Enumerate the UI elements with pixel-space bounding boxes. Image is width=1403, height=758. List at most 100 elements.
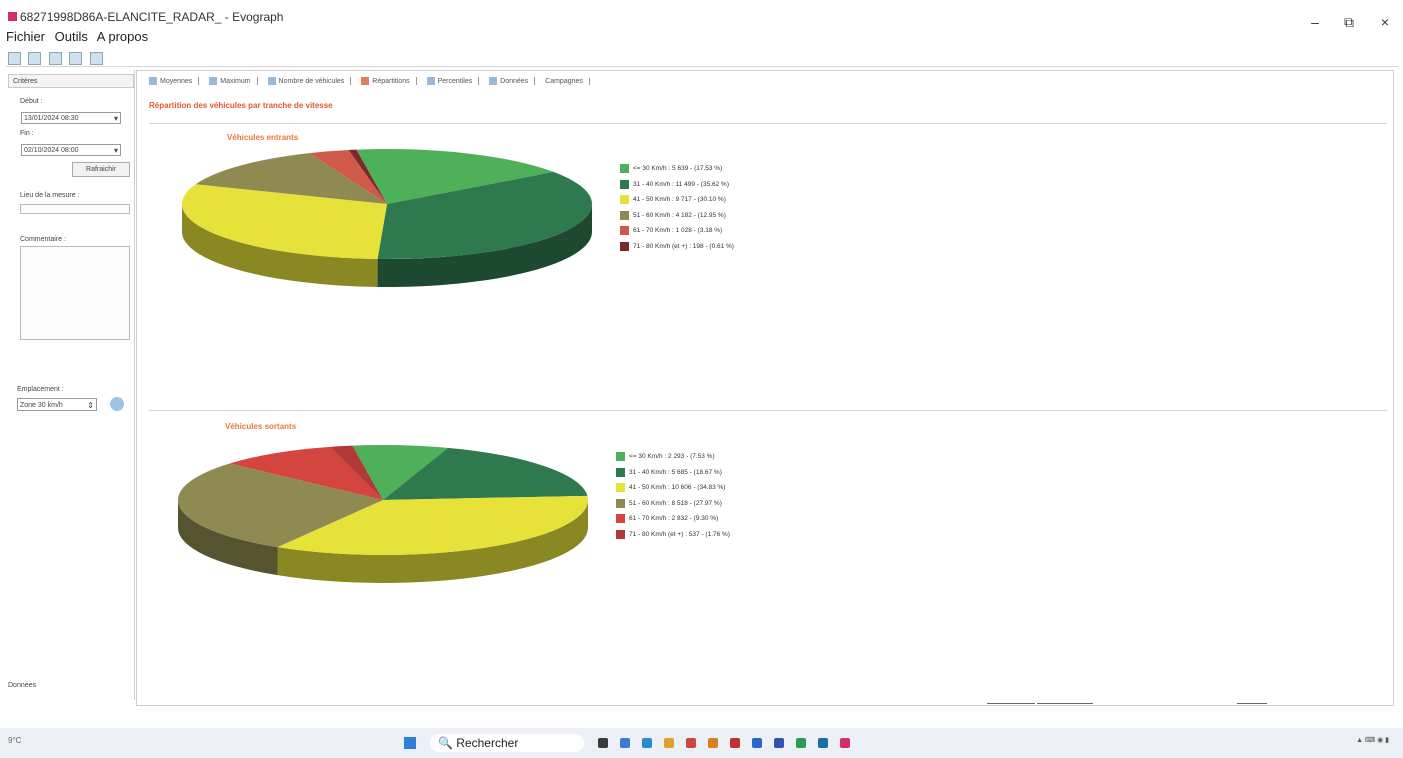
fin-value: 02/10/2024 08:00 [24,147,79,154]
tab-moyennes[interactable]: Moyennes [147,77,200,85]
folder-icon[interactable] [708,738,718,748]
locate-icon[interactable] [110,397,124,411]
tab-label: Percentiles [437,77,473,85]
legend-label: 41 - 50 Km/h : 10 606 - (34.83 %) [629,484,726,492]
legend-swatch [620,226,629,236]
legend-entrants: <= 30 Km/h : 5 639 - (17.53 %) 31 - 40 Km… [620,161,734,254]
explorer-icon[interactable] [620,738,630,748]
print-icon[interactable] [89,52,103,66]
legend-label: 61 - 70 Km/h : 1 028 - (3.18 %) [633,227,723,235]
app-icon[interactable] [730,738,740,748]
legend-label: 51 - 60 Km/h : 8 518 - (27.97 %) [629,499,722,507]
legend-swatch [616,483,625,493]
legend-label: 61 - 70 Km/h : 2 832 - (9.30 %) [629,515,719,523]
debut-field[interactable]: 13/01/2024 08:30 ▾ [21,112,121,124]
taskbar: 9°C 🔍 Rechercher ▲ ⌨ ◉ ▮ [0,728,1403,758]
emplacement-value: Zone 30 km/h [20,402,63,409]
minimize-button[interactable]: – [1306,14,1324,30]
tab-icon [267,77,276,85]
tab-campagnes[interactable]: Campagnes [543,77,590,85]
tab-label: Moyennes [160,77,193,85]
lieu-input[interactable] [20,204,130,214]
tab-bar: Moyennes Maximum Nombre de véhicules Rép… [147,77,596,91]
legend-label: <= 30 Km/h : 5 639 - (17.53 %) [633,165,723,173]
import-icon[interactable] [28,52,42,66]
save-icon[interactable] [48,52,62,66]
legend-swatch [616,529,625,539]
chart-area: Moyennes Maximum Nombre de véhicules Rép… [136,70,1394,706]
legend-item: 41 - 50 Km/h : 9 717 - (30.10 %) [620,192,734,208]
tab-maximum[interactable]: Maximum [207,77,258,85]
legend-item: 31 - 40 Km/h : 5 685 - (18.67 %) [616,465,730,481]
pie-chart-sortants [177,445,588,583]
legend-label: 31 - 40 Km/h : 11 499 - (35.62 %) [633,180,729,188]
title-bar: 68271998D86A-ELANCITE_RADAR_ - Evograph … [0,0,1403,31]
app-icon[interactable] [796,738,806,748]
system-tray[interactable]: ▲ ⌨ ◉ ▮ [1356,736,1389,744]
commentaire-textarea[interactable] [20,246,130,340]
app-icon[interactable] [752,738,762,748]
legend-swatch [616,452,625,462]
tab-label: Campagnes [545,77,583,85]
legend-sortants: <= 30 Km/h : 2 293 - (7.53 %) 31 - 40 Km/… [616,449,730,542]
tab-icon [489,77,498,85]
export-icon[interactable] [69,52,83,66]
data-footer: Données [8,682,37,689]
tab-label: Nombre de véhicules [278,77,345,85]
app-icon[interactable] [818,738,828,748]
chrome-icon[interactable] [664,738,674,748]
legend-item: 51 - 60 Km/h : 4 182 - (12.95 %) [620,208,734,224]
tab-label: Données [500,77,529,85]
calendar-dropdown-icon[interactable]: ▾ [114,113,118,125]
fin-field[interactable]: 02/10/2024 08:00 ▾ [21,144,121,156]
app-icon[interactable] [774,738,784,748]
menu-fichier[interactable]: Fichier [6,29,45,44]
tab-label: Répartitions [372,77,410,85]
tab-donnees[interactable]: Données [487,77,536,85]
refresh-button[interactable]: Rafraichir [72,162,130,177]
close-button[interactable]: × [1376,14,1394,30]
menu-a-propos[interactable]: A propos [97,29,148,44]
legend-swatch [616,514,625,524]
task-view-icon[interactable] [598,738,608,748]
legend-label: <= 30 Km/h : 2 293 - (7.53 %) [629,453,715,461]
start-icon[interactable] [404,737,416,749]
debut-value: 13/01/2024 08:30 [24,115,79,122]
lieu-label: Lieu de la mesure : [20,192,80,199]
pie-title-sortants: Véhicules sortants [225,422,297,431]
app-icon [8,12,17,21]
app-icon[interactable] [686,738,696,748]
legend-swatch [620,164,629,174]
legend-item: 61 - 70 Km/h : 2 832 - (9.30 %) [616,511,730,527]
tab-repartitions[interactable]: Répartitions [359,77,417,85]
legend-item: 71 - 80 Km/h (et +) : 537 - (1.76 %) [616,527,730,543]
legend-item: <= 30 Km/h : 2 293 - (7.53 %) [616,449,730,465]
search-label: Rechercher [456,736,519,750]
calendar-dropdown-icon[interactable]: ▾ [114,145,118,157]
legend-item: 61 - 70 Km/h : 1 028 - (3.18 %) [620,223,734,239]
tab-nombre-vehicules[interactable]: Nombre de véhicules [266,77,352,85]
restore-button[interactable]: ⧉ [1340,14,1358,31]
tab-icon [426,77,435,85]
taskbar-search[interactable]: 🔍 Rechercher [430,734,584,752]
pie-chart-entrants [182,149,592,287]
tab-label: Maximum [220,77,251,85]
evograph-icon[interactable] [840,738,850,748]
edge-icon[interactable] [642,738,652,748]
legend-item: <= 30 Km/h : 5 639 - (17.53 %) [620,161,734,177]
open-icon[interactable] [8,52,21,66]
emplacement-select[interactable]: Zone 30 km/h ⇕ [17,398,97,411]
legend-label: 71 - 80 Km/h (et +) : 537 - (1.76 %) [629,530,730,538]
legend-label: 31 - 40 Km/h : 5 685 - (18.67 %) [629,468,722,476]
spin-icon[interactable]: ⇕ [87,399,94,412]
legend-swatch [616,498,625,508]
legend-swatch [620,179,629,189]
weather-widget[interactable]: 9°C [8,736,21,745]
divider [149,410,1387,411]
tab-percentiles[interactable]: Percentiles [425,77,480,85]
menu-outils[interactable]: Outils [55,29,88,44]
debut-label: Début : [20,98,43,105]
tab-icon [209,77,218,85]
criteria-panel: Critères Début : 13/01/2024 08:30 ▾ Fin … [8,70,135,700]
legend-item: 31 - 40 Km/h : 11 499 - (35.62 %) [620,177,734,193]
